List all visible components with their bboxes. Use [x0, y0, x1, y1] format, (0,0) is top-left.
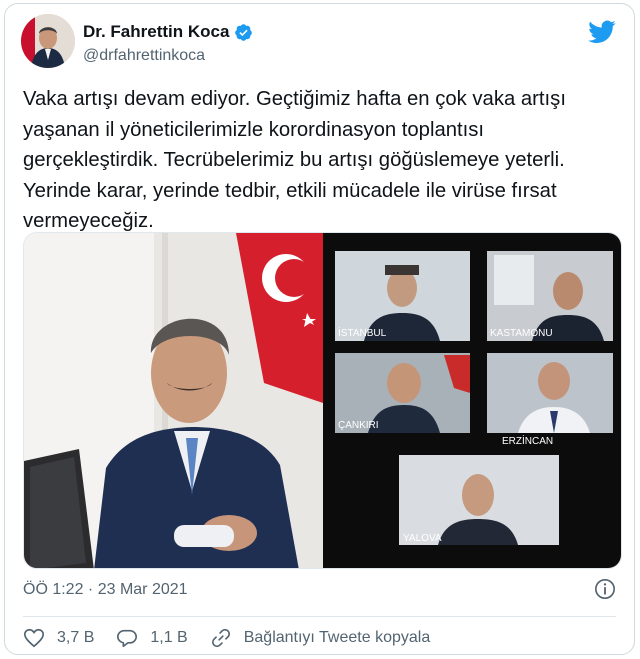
video-label-istanbul: İSTANBUL [338, 326, 387, 339]
tweet-text: Vaka artışı devam ediyor. Geçtiğimiz haf… [23, 88, 566, 233]
reply-count: 1,1 B [150, 629, 188, 646]
tweet-image[interactable]: İSTANBUL KASTAMONU ÇANKIRI ERZİNCAN YALO… [23, 232, 622, 569]
avatar[interactable] [21, 14, 75, 68]
verified-badge-icon [235, 23, 253, 41]
heart-icon [24, 628, 44, 648]
copy-link-label: Bağlantıyı Tweete kopyala [243, 629, 431, 646]
video-label-cankiri: ÇANKIRI [338, 420, 379, 431]
copy-link-button[interactable]: Bağlantıyı Tweete kopyala [210, 627, 431, 649]
author-handle[interactable]: @drfahrettinkoca [83, 47, 205, 65]
like-button[interactable]: 3,7 B [23, 627, 94, 649]
video-label-yalova: YALOVA [403, 533, 442, 544]
info-icon[interactable] [594, 578, 616, 600]
divider [23, 616, 616, 617]
like-count: 3,7 B [57, 629, 95, 646]
twitter-bird-icon[interactable] [588, 20, 616, 44]
reply-button[interactable]: 1,1 B [116, 627, 188, 649]
video-label-erzincan: ERZİNCAN [502, 434, 553, 447]
tweet-timestamp[interactable]: ÖÖ 1:22 · 23 Mar 2021 [23, 581, 188, 599]
video-label-kastamonu: KASTAMONU [490, 328, 553, 339]
link-icon [211, 628, 230, 648]
reply-icon [117, 629, 138, 648]
tweet-card: Dr. Fahrettin Koca @drfahrettinkoca Vaka… [4, 3, 635, 655]
author-name[interactable]: Dr. Fahrettin Koca [83, 22, 229, 42]
action-bar: 3,7 B 1,1 B Bağlantıyı Tweete kopyala [23, 627, 452, 649]
author-name-row: Dr. Fahrettin Koca [83, 22, 253, 42]
